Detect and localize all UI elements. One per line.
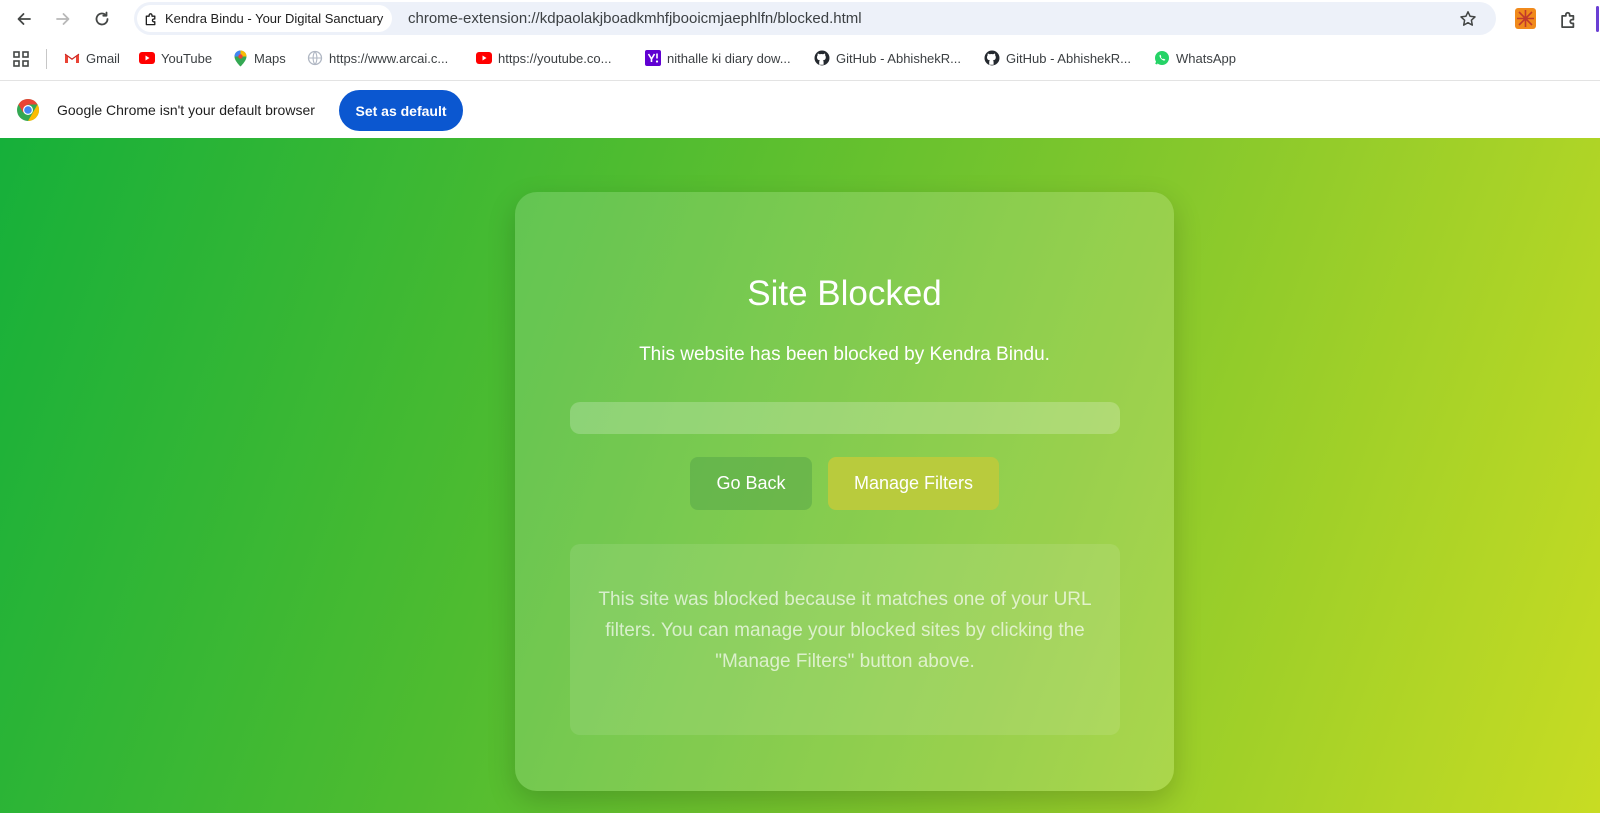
blocked-card: Site Blocked This website has been block… — [515, 192, 1174, 791]
infobar-message: Google Chrome isn't your default browser — [57, 102, 315, 118]
youtube-icon — [139, 50, 155, 66]
blocked-page-background: Site Blocked This website has been block… — [0, 138, 1600, 813]
reload-button[interactable] — [89, 6, 115, 32]
star-icon — [1460, 11, 1476, 26]
bookmark-github-1[interactable]: GitHub - AbhishekR... — [814, 47, 961, 69]
globe-icon — [307, 50, 323, 66]
blocked-url-display — [570, 402, 1120, 434]
extensions-menu-button[interactable] — [1557, 7, 1581, 31]
maps-icon — [232, 50, 248, 66]
bookmark-label: GitHub - AbhishekR... — [836, 50, 961, 66]
bookmark-star-button[interactable] — [1456, 7, 1480, 31]
chrome-logo-icon — [17, 99, 40, 121]
puzzle-icon — [1561, 11, 1575, 28]
apps-grid-button[interactable] — [11, 49, 31, 69]
bookmark-label: Maps — [254, 50, 286, 66]
bookmark-github-2[interactable]: GitHub - AbhishekR... — [984, 47, 1131, 69]
info-note-box: This site was blocked because it matches… — [570, 544, 1120, 735]
url-text[interactable]: chrome-extension://kdpaolakjboadkmhfjboo… — [408, 10, 862, 27]
bookmark-maps[interactable]: Maps — [232, 47, 286, 69]
bookmark-label: nithalle ki diary dow... — [667, 50, 791, 66]
github-icon — [984, 50, 1000, 66]
info-note-text: This site was blocked because it matches… — [598, 589, 1092, 672]
whatsapp-icon — [1154, 50, 1170, 66]
profile-edge-indicator — [1596, 6, 1599, 32]
page-title: Site Blocked — [747, 274, 942, 313]
bookmark-youtube-link[interactable]: https://youtube.co... — [476, 47, 611, 69]
back-button[interactable] — [11, 6, 37, 32]
bookmark-whatsapp[interactable]: WhatsApp — [1154, 47, 1236, 69]
page-subtitle: This website has been blocked by Kendra … — [639, 344, 1050, 365]
bookmark-arcai[interactable]: https://www.arcai.c... — [307, 47, 448, 69]
bookmarks-bar: Gmail YouTube Maps https://www.arcai.c..… — [0, 43, 1600, 73]
site-chip-title: Kendra Bindu - Your Digital Sanctuary — [165, 11, 384, 26]
bookmark-gmail[interactable]: Gmail — [64, 47, 120, 69]
kendra-bindu-extension-icon — [1515, 8, 1536, 29]
bookmark-label: https://www.arcai.c... — [329, 50, 449, 66]
yahoo-icon — [645, 50, 661, 66]
extension-kendra-bindu-button[interactable] — [1515, 8, 1536, 29]
set-as-default-button[interactable]: Set as default — [339, 90, 463, 131]
bookmark-label: GitHub - AbhishekR... — [1006, 50, 1131, 66]
apps-grid-icon — [13, 51, 29, 67]
bookmark-youtube[interactable]: YouTube — [139, 47, 212, 69]
extension-puzzle-icon — [145, 13, 156, 26]
go-back-button[interactable]: Go Back — [690, 457, 812, 510]
bookmark-label: YouTube — [161, 50, 213, 66]
bookmark-label: Gmail — [86, 50, 120, 66]
bookmark-label: https://youtube.co... — [498, 50, 612, 66]
back-arrow-icon — [17, 13, 31, 25]
gmail-icon — [64, 50, 80, 66]
default-browser-infobar: Google Chrome isn't your default browser… — [0, 80, 1600, 138]
forward-arrow-icon — [56, 13, 70, 25]
forward-button[interactable] — [50, 6, 76, 32]
bookmarks-separator — [46, 49, 47, 69]
address-bar[interactable]: Kendra Bindu - Your Digital Sanctuary ch… — [134, 2, 1496, 35]
browser-toolbar: Kendra Bindu - Your Digital Sanctuary ch… — [0, 0, 1600, 37]
manage-filters-button[interactable]: Manage Filters — [828, 457, 999, 510]
bookmark-nithalle-diary[interactable]: nithalle ki diary dow... — [645, 47, 791, 69]
bookmark-label: WhatsApp — [1176, 50, 1236, 66]
reload-icon — [95, 11, 109, 26]
site-info-chip[interactable]: Kendra Bindu - Your Digital Sanctuary — [137, 5, 393, 32]
github-icon — [814, 50, 830, 66]
youtube-icon — [476, 50, 492, 66]
